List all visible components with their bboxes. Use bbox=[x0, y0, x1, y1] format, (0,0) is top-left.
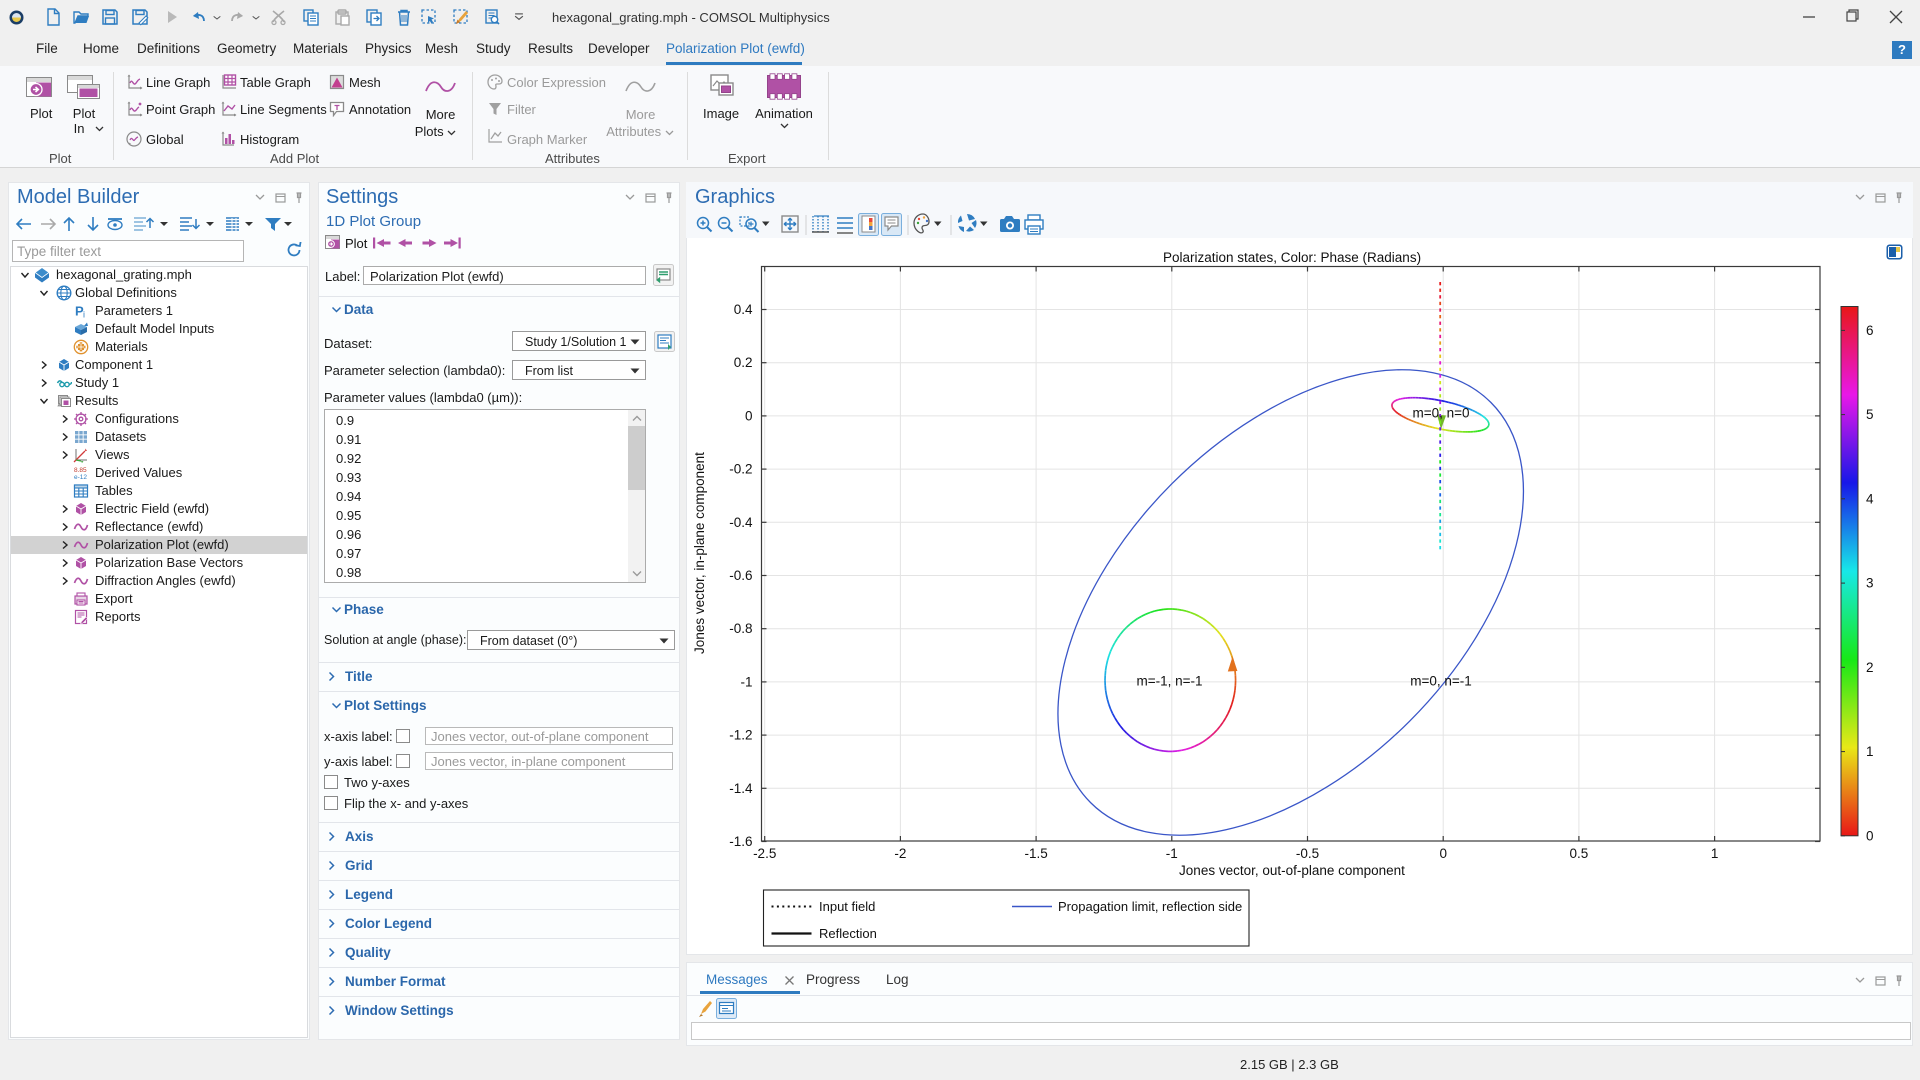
svg-text:Jones vector, out-of-plane com: Jones vector, out-of-plane component bbox=[1179, 863, 1405, 878]
svg-text:0: 0 bbox=[1439, 846, 1447, 861]
svg-text:0: 0 bbox=[1866, 828, 1874, 843]
svg-text:m=0, n=-1: m=0, n=-1 bbox=[1410, 674, 1472, 689]
svg-text:-2: -2 bbox=[894, 846, 906, 861]
svg-text:Propagation limit, reflection: Propagation limit, reflection side bbox=[1058, 899, 1242, 914]
svg-text:Polarization states, Color: Ph: Polarization states, Color: Phase (Radia… bbox=[1163, 250, 1421, 265]
svg-text:0.2: 0.2 bbox=[734, 355, 753, 370]
svg-text:-0.5: -0.5 bbox=[1296, 846, 1319, 861]
svg-text:-2.5: -2.5 bbox=[753, 846, 776, 861]
svg-text:-1.6: -1.6 bbox=[729, 834, 752, 849]
svg-text:-0.2: -0.2 bbox=[729, 462, 752, 477]
svg-text:6: 6 bbox=[1866, 323, 1874, 338]
svg-text:-1.2: -1.2 bbox=[729, 728, 752, 743]
svg-text:-0.6: -0.6 bbox=[729, 568, 752, 583]
svg-text:-0.8: -0.8 bbox=[729, 621, 752, 636]
svg-text:-1.5: -1.5 bbox=[1024, 846, 1047, 861]
svg-text:Input field: Input field bbox=[819, 899, 875, 914]
svg-text:-1: -1 bbox=[740, 674, 752, 689]
svg-text:0: 0 bbox=[745, 408, 753, 423]
svg-text:5: 5 bbox=[1866, 407, 1874, 422]
svg-text:3: 3 bbox=[1866, 576, 1874, 591]
svg-text:-0.4: -0.4 bbox=[729, 515, 753, 530]
svg-text:-1: -1 bbox=[1166, 846, 1178, 861]
svg-text:-1.4: -1.4 bbox=[729, 781, 753, 796]
svg-text:0.4: 0.4 bbox=[734, 302, 753, 317]
svg-text:2: 2 bbox=[1866, 660, 1874, 675]
svg-text:Reflection: Reflection bbox=[819, 926, 877, 941]
svg-text:m=-1, n=-1: m=-1, n=-1 bbox=[1136, 674, 1202, 689]
svg-text:m=0, n=0: m=0, n=0 bbox=[1412, 406, 1469, 421]
svg-text:Jones vector, in-plane compone: Jones vector, in-plane component bbox=[692, 452, 707, 654]
svg-text:1: 1 bbox=[1866, 744, 1874, 759]
svg-text:1: 1 bbox=[1711, 846, 1719, 861]
svg-text:4: 4 bbox=[1866, 491, 1874, 506]
svg-text:0.5: 0.5 bbox=[1570, 846, 1589, 861]
